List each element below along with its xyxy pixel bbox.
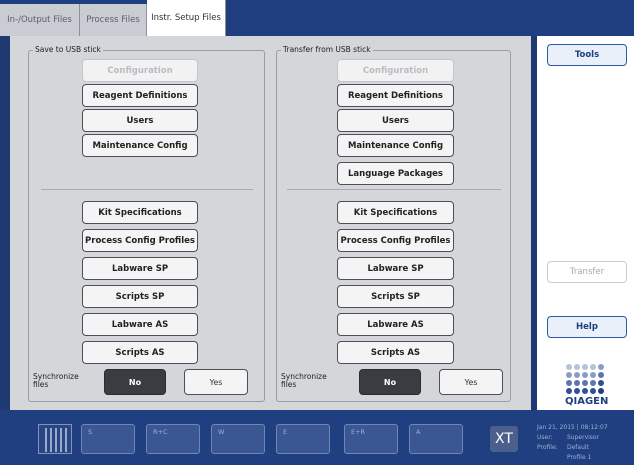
save-users-button[interactable]: Users — [82, 109, 198, 132]
transfer-maintenance-config-button[interactable]: Maintenance Config — [337, 134, 454, 157]
logo-dot — [574, 364, 580, 370]
logo-dot — [590, 388, 596, 394]
transfer-process-config-profiles-button[interactable]: Process Config Profiles — [337, 229, 454, 252]
transfer-language-packages-button[interactable]: Language Packages — [337, 162, 454, 185]
tab-bar: In-/Output Files Process Files Instr. Se… — [0, 0, 634, 36]
profile-value: Default Profile 1 — [567, 444, 592, 461]
slot-r-c-label: R+C — [153, 428, 168, 436]
logo-dot — [582, 380, 588, 386]
main-panel: Save to USB stick Configuration Reagent … — [10, 36, 531, 410]
logo-dot — [566, 372, 572, 378]
transfer-scripts-sp-button[interactable]: Scripts SP — [337, 285, 454, 308]
transfer-users-button[interactable]: Users — [337, 109, 454, 132]
save-configuration-button[interactable]: Configuration — [82, 59, 198, 82]
slot-s-label: S — [88, 428, 93, 436]
logo-dot — [590, 372, 596, 378]
tab-process-files[interactable]: Process Files — [80, 4, 147, 36]
logo-dot — [590, 364, 596, 370]
logo-dot — [598, 372, 604, 378]
logo-dot — [574, 380, 580, 386]
transfer-sync-no-toggle[interactable]: No — [359, 369, 421, 395]
slot-e[interactable]: E — [276, 424, 330, 454]
slot-w[interactable]: W — [211, 424, 265, 454]
logo-dot — [590, 380, 596, 386]
transfer-labware-sp-button[interactable]: Labware SP — [337, 257, 454, 280]
transfer-button[interactable]: Transfer — [547, 261, 627, 283]
logo-dot — [598, 388, 604, 394]
logo-dot — [566, 364, 572, 370]
save-reagent-definitions-button[interactable]: Reagent Definitions — [82, 84, 198, 107]
slot-e-r[interactable]: E+R — [344, 424, 398, 454]
slot-e-label: E — [283, 428, 288, 436]
user-label: User: — [537, 434, 553, 441]
slot-a-label: A — [416, 428, 421, 436]
save-kit-specifications-button[interactable]: Kit Specifications — [82, 201, 198, 224]
user-value: Supervisor — [567, 434, 600, 441]
transfer-kit-specifications-button[interactable]: Kit Specifications — [337, 201, 454, 224]
save-labware-sp-button[interactable]: Labware SP — [82, 257, 198, 280]
tools-button[interactable]: Tools — [547, 44, 627, 66]
status-info: Jan 21, 2015 | 08:12:07 User: Supervisor … — [537, 423, 608, 461]
transfer-group-title: Transfer from USB stick — [281, 45, 373, 54]
side-panel: Tools Transfer Help QIAGEN — [537, 36, 634, 410]
logo-dot — [566, 388, 572, 394]
logo-dot — [582, 372, 588, 378]
logo-dot — [582, 388, 588, 394]
save-scripts-sp-button[interactable]: Scripts SP — [82, 285, 198, 308]
slot-e-r-label: E+R — [351, 428, 366, 436]
slot-r-c[interactable]: R+C — [146, 424, 200, 454]
save-separator — [41, 189, 253, 190]
status-bar: S R+C W E E+R A XT Jan 21, 2015 | 08:12:… — [0, 410, 634, 465]
help-button[interactable]: Help — [547, 316, 627, 338]
save-to-usb-group: Save to USB stick Configuration Reagent … — [28, 45, 265, 402]
transfer-from-usb-group: Transfer from USB stick Configuration Re… — [276, 45, 511, 402]
logo-dot — [574, 372, 580, 378]
tab-instr-setup-files[interactable]: Instr. Setup Files — [147, 0, 226, 36]
logo-dot — [598, 364, 604, 370]
save-scripts-as-button[interactable]: Scripts AS — [82, 341, 198, 364]
qiagen-logo-text: QIAGEN — [565, 396, 609, 407]
tab-in-output-files[interactable]: In-/Output Files — [0, 4, 80, 36]
save-maintenance-config-button[interactable]: Maintenance Config — [82, 134, 198, 157]
transfer-labware-as-button[interactable]: Labware AS — [337, 313, 454, 336]
transfer-scripts-as-button[interactable]: Scripts AS — [337, 341, 454, 364]
qiagen-logo: QIAGEN — [565, 364, 609, 407]
logo-dot — [574, 388, 580, 394]
slot-s[interactable]: S — [81, 424, 135, 454]
logo-dot — [598, 380, 604, 386]
transfer-configuration-button[interactable]: Configuration — [337, 59, 454, 82]
logo-dot — [582, 364, 588, 370]
save-process-config-profiles-button[interactable]: Process Config Profiles — [82, 229, 198, 252]
profile-label: Profile: — [537, 444, 558, 451]
qiagen-logo-dots — [565, 364, 605, 394]
slot-a[interactable]: A — [409, 424, 463, 454]
save-group-title: Save to USB stick — [33, 45, 103, 54]
transfer-sync-label: Synchronize files — [281, 372, 327, 389]
slot-w-label: W — [218, 428, 225, 436]
save-labware-as-button[interactable]: Labware AS — [82, 313, 198, 336]
rack-icon[interactable] — [38, 424, 72, 454]
transfer-separator — [287, 189, 501, 190]
datetime-text: Jan 21, 2015 | 08:12:07 — [537, 424, 608, 431]
transfer-sync-yes-toggle[interactable]: Yes — [439, 369, 503, 395]
xt-icon[interactable]: XT — [490, 426, 518, 452]
save-sync-yes-toggle[interactable]: Yes — [184, 369, 248, 395]
save-sync-no-toggle[interactable]: No — [104, 369, 166, 395]
logo-dot — [566, 380, 572, 386]
save-sync-label: Synchronize files — [33, 372, 79, 389]
transfer-reagent-definitions-button[interactable]: Reagent Definitions — [337, 84, 454, 107]
